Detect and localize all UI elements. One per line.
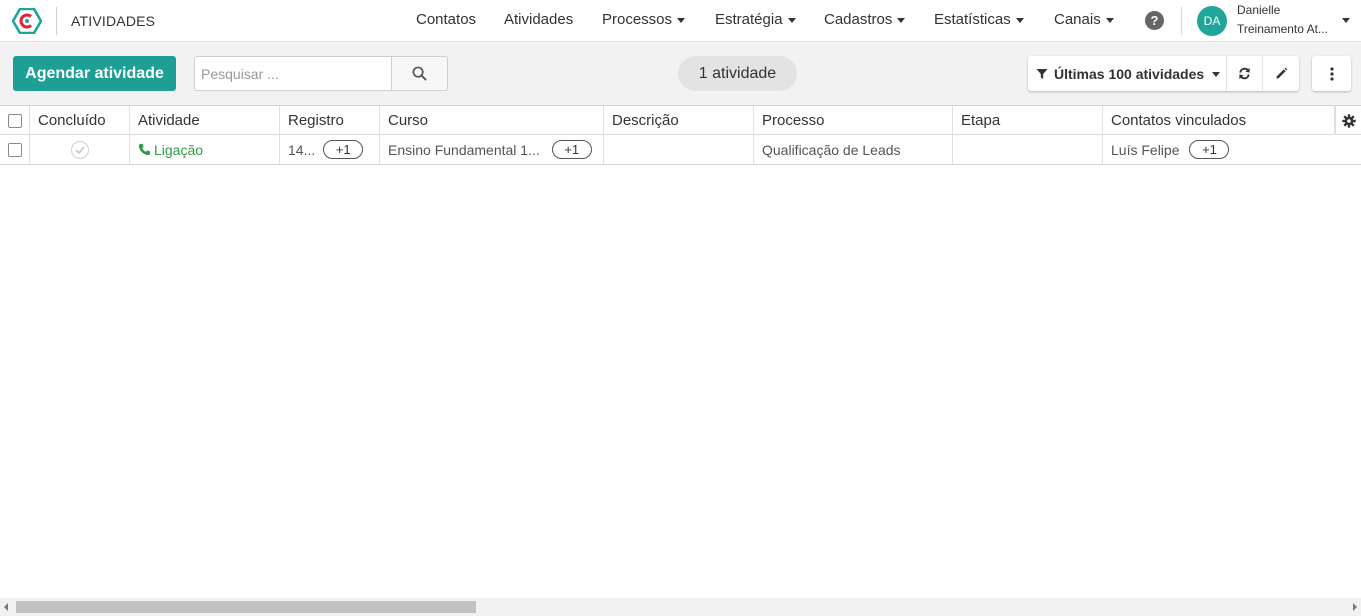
refresh-icon bbox=[1239, 67, 1250, 80]
registro-more-badge[interactable]: +1 bbox=[323, 140, 364, 159]
nav-cadastros-label: Cadastros bbox=[824, 11, 893, 28]
nav-cadastros[interactable]: Cadastros bbox=[824, 11, 906, 28]
curso-more-badge[interactable]: +1 bbox=[551, 140, 592, 159]
nav-processos-label: Processos bbox=[602, 11, 673, 28]
column-header-etapa[interactable]: Etapa bbox=[953, 106, 1103, 135]
column-header-descricao[interactable]: Descrição bbox=[604, 106, 754, 135]
column-header-processo[interactable]: Processo bbox=[754, 106, 953, 135]
nav-processos[interactable]: Processos bbox=[602, 11, 686, 28]
column-header-concluido[interactable]: Concluído bbox=[30, 106, 130, 135]
select-all-cell bbox=[0, 106, 30, 135]
cell-concluido bbox=[30, 135, 130, 164]
chevron-down-icon bbox=[787, 17, 796, 23]
avatar[interactable]: DA bbox=[1197, 6, 1227, 36]
chevron-down-icon bbox=[1212, 71, 1221, 77]
user-menu-chevron-icon[interactable] bbox=[1342, 18, 1350, 23]
table-header-row: Concluído Atividade Registro Curso Descr… bbox=[0, 105, 1361, 135]
nav-estrategia[interactable]: Estratégia bbox=[715, 11, 796, 28]
nav-canais-label: Canais bbox=[1054, 11, 1101, 28]
search-input[interactable] bbox=[194, 56, 392, 91]
nav-estrategia-label: Estratégia bbox=[715, 11, 783, 28]
curso-value[interactable]: Ensino Fundamental 1... bbox=[388, 142, 540, 158]
contatos-more-badge[interactable]: +1 bbox=[1189, 140, 1230, 159]
scrollbar-thumb[interactable] bbox=[16, 601, 476, 613]
nav-estatisticas-label: Estatísticas bbox=[934, 11, 1011, 28]
select-all-checkbox[interactable] bbox=[7, 113, 22, 128]
registro-value[interactable]: 14... bbox=[288, 142, 315, 158]
filter-dropdown[interactable]: Últimas 100 atividades bbox=[1028, 56, 1227, 91]
user-divider bbox=[1181, 7, 1182, 35]
phone-icon bbox=[138, 143, 151, 156]
hexagon-logo-icon[interactable] bbox=[12, 8, 42, 34]
activities-table: Concluído Atividade Registro Curso Descr… bbox=[0, 105, 1361, 165]
row-checkbox[interactable] bbox=[7, 142, 22, 157]
search-button[interactable] bbox=[391, 56, 448, 91]
refresh-button[interactable] bbox=[1227, 56, 1263, 91]
column-header-atividade[interactable]: Atividade bbox=[130, 106, 280, 135]
page-title: ATIVIDADES bbox=[71, 13, 156, 29]
nav-estatisticas[interactable]: Estatísticas bbox=[934, 11, 1024, 28]
edit-icon bbox=[1275, 67, 1287, 79]
user-name[interactable]: Danielle bbox=[1237, 3, 1280, 17]
nav-contatos[interactable]: Contatos bbox=[416, 11, 476, 28]
chevron-down-icon bbox=[1105, 17, 1114, 23]
horizontal-scrollbar[interactable] bbox=[0, 598, 1361, 616]
scroll-left-icon[interactable] bbox=[4, 603, 8, 611]
column-header-curso[interactable]: Curso bbox=[380, 106, 604, 135]
table-row[interactable]: Ligação 14... +1 Ensino Fundamental 1...… bbox=[0, 135, 1361, 165]
cell-registro: 14... +1 bbox=[280, 135, 380, 164]
more-options-button[interactable] bbox=[1312, 56, 1351, 91]
cell-descricao bbox=[604, 135, 754, 164]
activity-link-label: Ligação bbox=[154, 141, 204, 158]
cell-atividade: Ligação bbox=[130, 135, 280, 164]
more-vertical-icon bbox=[1329, 66, 1334, 81]
filter-label: Últimas 100 atividades bbox=[1054, 65, 1205, 82]
edit-button[interactable] bbox=[1263, 56, 1299, 91]
chevron-down-icon bbox=[897, 17, 906, 23]
schedule-activity-button[interactable]: Agendar atividade bbox=[13, 56, 176, 91]
search-icon bbox=[412, 66, 427, 81]
nav-atividades[interactable]: Atividades bbox=[504, 11, 573, 28]
activity-count-badge: 1 atividade bbox=[678, 56, 797, 91]
filter-group: Últimas 100 atividades bbox=[1028, 56, 1299, 91]
column-settings-button[interactable] bbox=[1335, 106, 1361, 135]
cell-etapa bbox=[953, 135, 1103, 164]
chevron-down-icon bbox=[677, 17, 686, 23]
complete-toggle[interactable] bbox=[70, 140, 89, 159]
brand-divider bbox=[56, 7, 57, 35]
row-select-cell bbox=[0, 135, 30, 164]
cell-processo: Qualificação de Leads bbox=[754, 135, 953, 164]
activity-link[interactable]: Ligação bbox=[138, 142, 203, 158]
column-header-registro[interactable]: Registro bbox=[280, 106, 380, 135]
nav-canais[interactable]: Canais bbox=[1054, 11, 1114, 28]
gear-icon bbox=[1341, 113, 1356, 128]
check-icon bbox=[74, 145, 85, 154]
cell-contatos: Luís Felipe +1 bbox=[1103, 135, 1361, 164]
user-organization[interactable]: Treinamento At... bbox=[1237, 22, 1333, 36]
cell-curso: Ensino Fundamental 1... +1 bbox=[380, 135, 604, 164]
nav-atividades-label: Atividades bbox=[504, 11, 574, 28]
top-navbar: ATIVIDADES Contatos Atividades Processos… bbox=[0, 0, 1361, 42]
nav-contatos-label: Contatos bbox=[416, 11, 477, 28]
toolbar: Agendar atividade 1 atividade Últimas 10… bbox=[0, 43, 1361, 105]
scroll-right-icon[interactable] bbox=[1353, 603, 1357, 611]
contact-link[interactable]: Luís Felipe bbox=[1111, 142, 1179, 158]
help-icon[interactable]: ? bbox=[1145, 11, 1164, 30]
column-header-contatos[interactable]: Contatos vinculados bbox=[1103, 106, 1335, 135]
filter-icon bbox=[1036, 68, 1048, 79]
chevron-down-icon bbox=[1015, 17, 1024, 23]
